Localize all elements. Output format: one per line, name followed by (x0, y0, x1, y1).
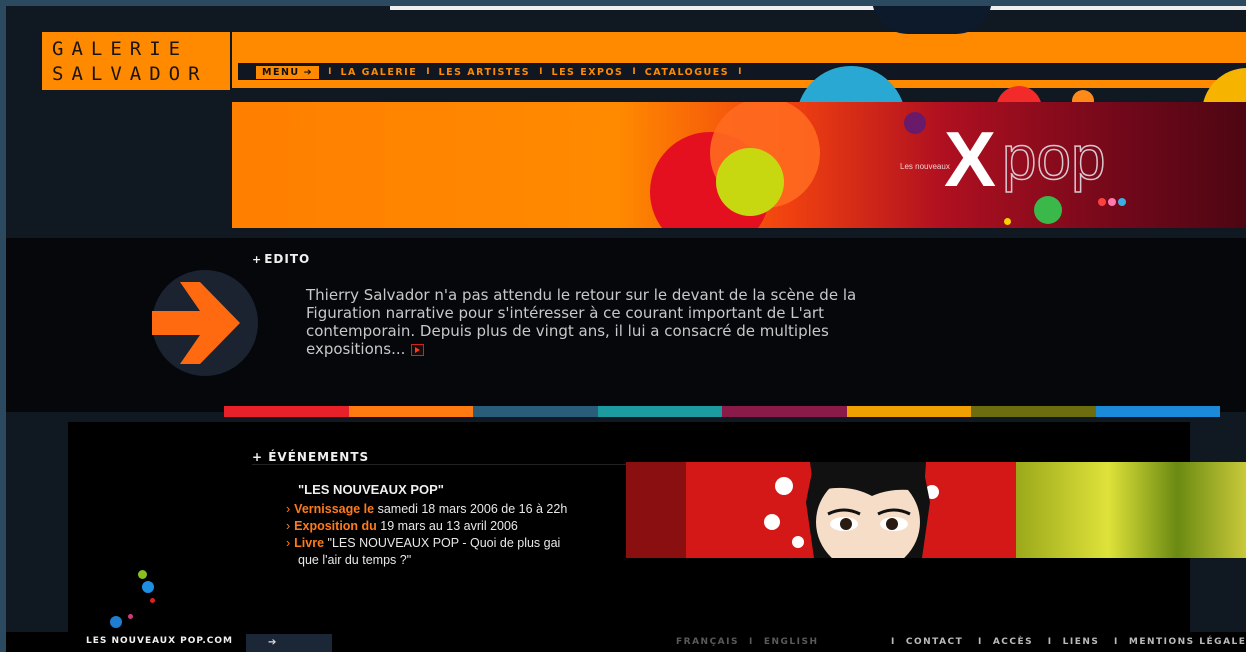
event-label: Exposition du (294, 519, 377, 533)
deco-dot-yellow (1004, 218, 1011, 225)
arrow-right-icon (152, 282, 240, 364)
events-divider (252, 464, 630, 465)
edito-body: Thierry Salvador n'a pas attendu le reto… (306, 286, 876, 358)
deco-dot-pink (1108, 198, 1116, 206)
nav-item-les-expos[interactable]: LES EXPOS (552, 67, 624, 78)
event-text: "LES NOUVEAUX POP - Quoi de plus gai (327, 536, 561, 550)
lang-francais[interactable]: FRANÇAIS (676, 637, 739, 647)
stripe-segment (722, 406, 847, 417)
bullet-arrow-icon: › (286, 519, 291, 533)
edito-title: EDITO (264, 252, 311, 266)
deco-dot-blue-b (110, 616, 122, 628)
event-label: Livre (294, 536, 325, 550)
stripe-segment (597, 406, 722, 417)
illus-dark-panel (626, 462, 686, 558)
deco-dot-blue-a (142, 581, 154, 593)
stripe-segment (473, 406, 598, 417)
browser-strip (390, 6, 1246, 10)
event-line-livre: › Livre "LES NOUVEAUX POP - Quoi de plus … (286, 536, 560, 550)
footer-separator: I (1114, 637, 1119, 647)
event-label: Vernissage le (294, 502, 375, 516)
read-more-icon[interactable] (411, 343, 425, 356)
bullet-arrow-icon: + (252, 450, 269, 464)
deco-dot-pink-small (128, 614, 133, 619)
event-illustration[interactable] (626, 462, 1246, 558)
footer-site-link[interactable]: LES NOUVEAUX POP.COM (86, 636, 233, 646)
xpop-pop: pop (1001, 124, 1106, 193)
bullet-arrow-icon: › (286, 502, 291, 516)
illus-green-panel (1016, 462, 1246, 558)
footer-link-liens[interactable]: LIENS (1063, 637, 1100, 647)
stripe-segment (971, 406, 1096, 417)
deco-circle-navy (872, 6, 992, 34)
logo-line-1: GALERIE (52, 38, 189, 60)
edito-heading: + EDITO (252, 252, 310, 266)
footer-separator: I (1047, 637, 1053, 647)
footer-link-mentions[interactable]: MENTIONS LÉGALES (1129, 637, 1246, 647)
arrow-disc-icon[interactable] (152, 270, 258, 376)
menu-button[interactable]: MENU ➔ (256, 65, 320, 79)
bullet-arrow-icon: + (252, 253, 263, 266)
stripe-segment (348, 406, 473, 417)
nav-item-catalogues[interactable]: CATALOGUES (645, 67, 729, 78)
event-line-vernissage: › Vernissage le samedi 18 mars 2006 de 16… (286, 502, 567, 516)
deco-dot-blue (1118, 198, 1126, 206)
edito-text: Thierry Salvador n'a pas attendu le reto… (306, 286, 857, 358)
event-text: 19 mars au 13 avril 2006 (380, 519, 518, 533)
bullet-arrow-icon: › (286, 536, 291, 550)
footer-separator: I (977, 637, 983, 647)
main-nav: MENU ➔ I LA GALERIE I LES ARTISTES I LES … (256, 65, 750, 79)
nav-separator: I (738, 67, 742, 77)
edito-section: + EDITO Thierry Salvador n'a pas attendu … (6, 238, 1246, 412)
menu-label: MENU (262, 66, 300, 78)
nav-separator: I (328, 67, 332, 77)
color-stripe (224, 406, 1220, 417)
footer-links: I CONTACT I ACCÈS I LIENS I MENTIONS LÉGALES (881, 637, 1246, 647)
lang-english[interactable]: ENGLISH (764, 637, 819, 647)
footer-arrow-button[interactable]: ➔ (246, 634, 332, 652)
galerie-logo[interactable]: GALERIE SALVADOR (42, 32, 230, 90)
footer-link-acces[interactable]: ACCÈS (993, 637, 1033, 647)
deco-dot-red-small (150, 598, 155, 603)
stripe-segment (1095, 406, 1220, 417)
nav-item-les-artistes[interactable]: LES ARTISTES (439, 67, 531, 78)
event-line-livre-cont: que l'air du temps ?" (298, 553, 412, 567)
event-text: samedi 18 mars 2006 de 16 à 22h (377, 502, 568, 516)
arrow-right-icon: ➔ (268, 637, 277, 648)
event-headline[interactable]: "LES NOUVEAUX POP" (298, 482, 444, 497)
xpop-x: X (944, 115, 997, 203)
language-switch: FRANÇAIS I ENGLISH (676, 637, 819, 647)
events-heading: + ÉVÉNEMENTS (252, 450, 369, 464)
deco-circle-purple (904, 112, 926, 134)
deco-dot-red (1098, 198, 1106, 206)
banner-small-text: Les nouveaux (900, 162, 950, 171)
arrow-right-icon: ➔ (303, 66, 314, 78)
footer-separator: I (891, 637, 896, 647)
stripe-segment (846, 406, 971, 417)
stripe-segment (224, 406, 349, 417)
face-illustration-icon (764, 462, 939, 558)
nav-separator: I (426, 67, 430, 77)
nav-item-la-galerie[interactable]: LA GALERIE (340, 67, 417, 78)
nav-separator: I (632, 67, 636, 77)
event-line-exposition: › Exposition du 19 mars au 13 avril 2006 (286, 519, 518, 533)
footer-separator: I (748, 637, 754, 647)
footer-link-contact[interactable]: CONTACT (906, 637, 963, 647)
deco-dot-green (138, 570, 147, 579)
events-title: ÉVÉNEMENTS (268, 450, 370, 464)
nav-separator: I (539, 67, 543, 77)
hero-banner[interactable]: Les nouveaux X pop (232, 102, 1246, 228)
deco-circle-lime (716, 148, 784, 216)
site-frame: GALERIE SALVADOR MENU ➔ I LA GALERIE I LE… (6, 6, 1246, 652)
logo-line-2: SALVADOR (52, 63, 208, 85)
deco-circle-green (1034, 196, 1062, 224)
